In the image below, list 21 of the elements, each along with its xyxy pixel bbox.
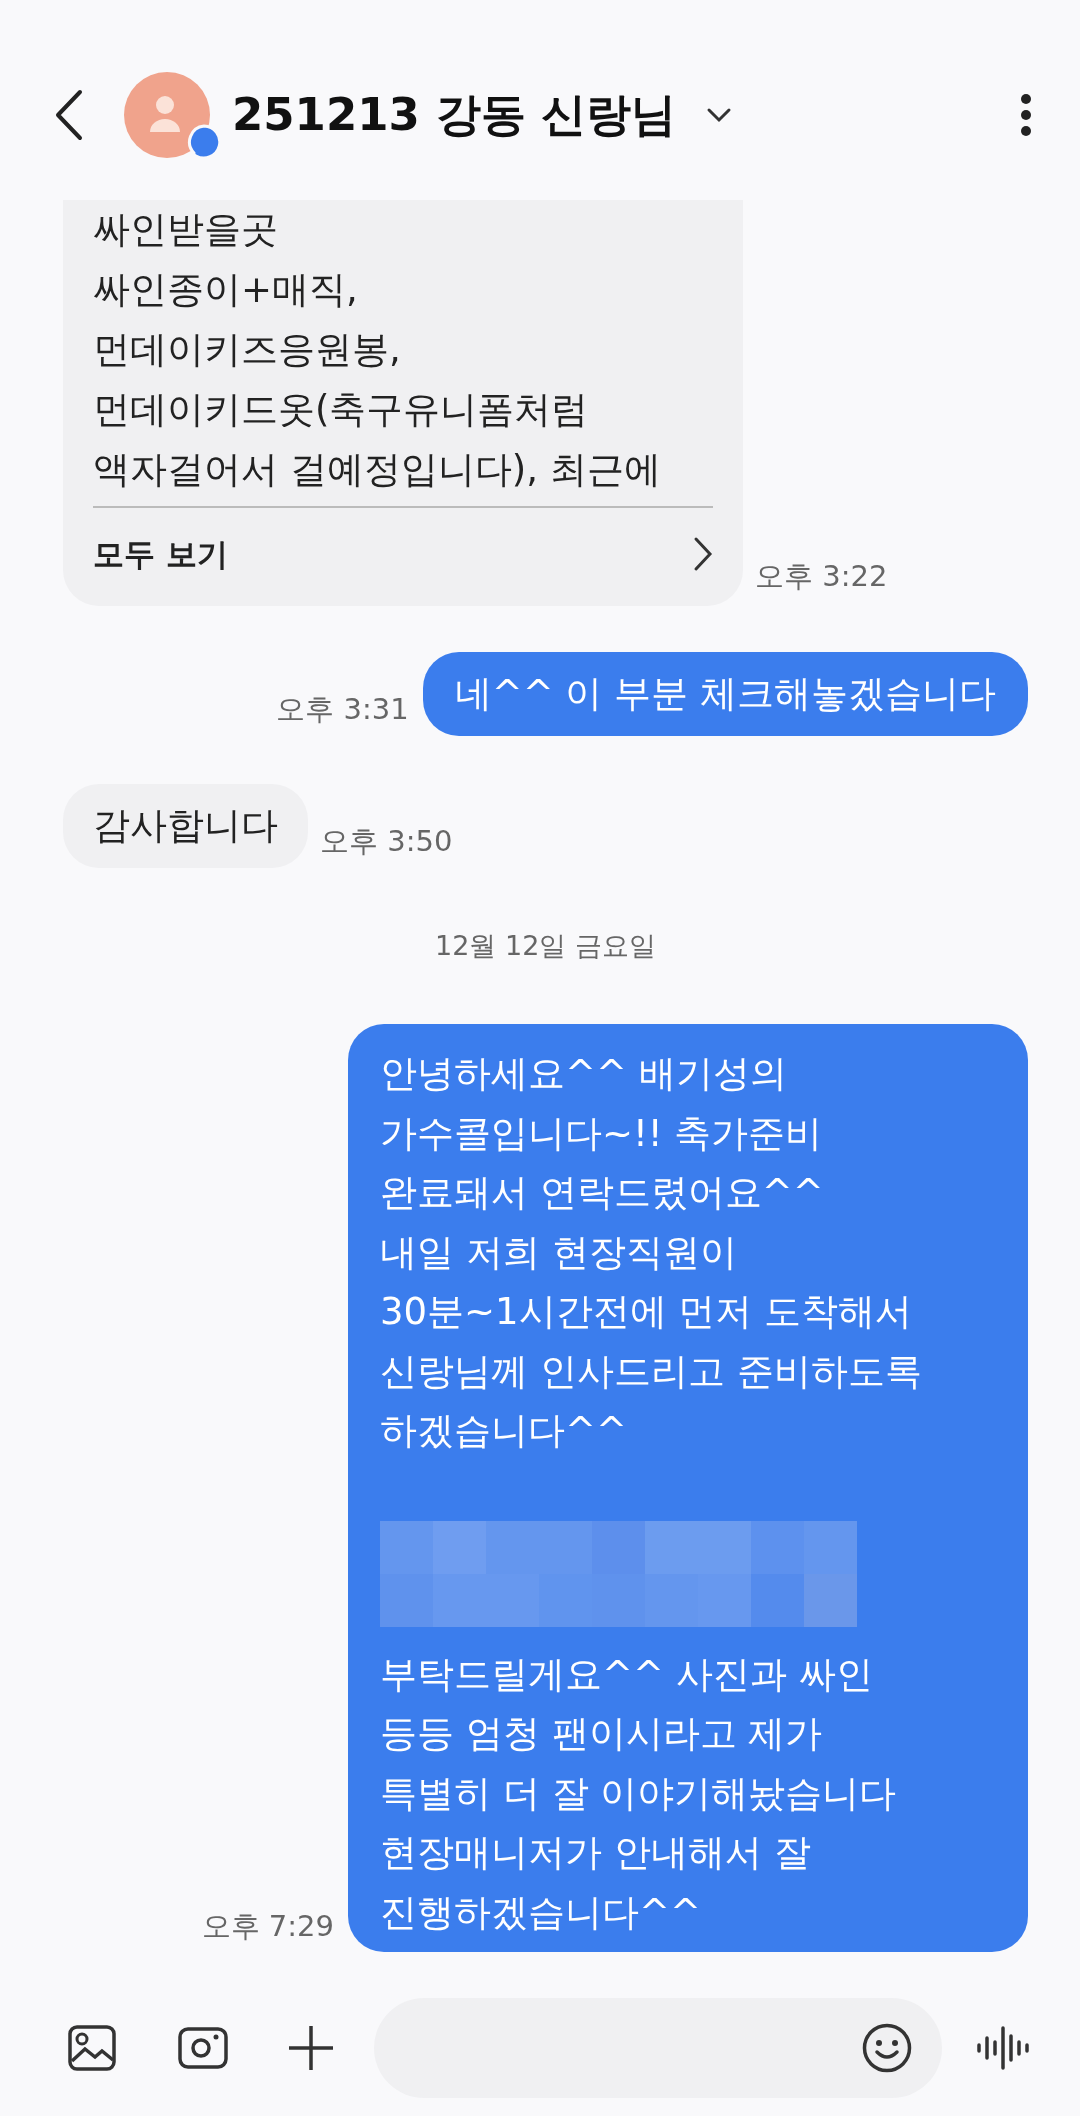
view-all-button[interactable]: 모두 보기 [93, 524, 713, 584]
message-time: 오후 3:22 [755, 557, 888, 595]
message-time: 오후 7:29 [201, 1907, 334, 1945]
voice-icon[interactable] [976, 2025, 1030, 2071]
message-text: 부탁드릴게요^^ 사진과 싸인 등등 엄청 팬이시라고 제가 특별히 더 잘 이야기해놨습니다 현장매니저가 안내해서 잘 진행하겠습니다^^ [380, 1651, 898, 1936]
emoji-icon[interactable] [862, 2023, 912, 2073]
message-text: 네^^ 이 부분 체크해놓겠습니다 [454, 671, 996, 717]
gallery-icon[interactable] [68, 2025, 116, 2071]
chat-title: 251213 강동 신랑님 [232, 87, 677, 144]
message-time: 오후 3:31 [276, 691, 409, 728]
more-options-icon[interactable] [1020, 93, 1032, 137]
message-time: 오후 3:50 [320, 823, 453, 860]
date-separator: 12월 12일 금요일 [435, 928, 656, 963]
chevron-icon [693, 536, 713, 572]
message-text: 안녕하세요^^ 배기성의 가수콜입니다~!! 축가준비 완료돼서 연락드렸어요^^ 내일 저희 현장직원이 30분~1시간전에 먼저 도착해서 신랑님께 인사드리고 준비하도록 하겠습니다^^ [380, 1051, 923, 1454]
message-text: 감사합니다 [93, 802, 278, 849]
caret-icon[interactable] [706, 107, 733, 123]
camera-icon[interactable] [178, 2027, 228, 2069]
avatar-icon [124, 72, 210, 158]
add-icon[interactable] [288, 2025, 334, 2071]
message-text: 싸인받을곳 싸인종이+매직, 먼데이키즈응원봉, 먼데이키드옷(축구유니폼처럼 액자걸어서 걸예정입니다), 최근에 [93, 200, 713, 508]
